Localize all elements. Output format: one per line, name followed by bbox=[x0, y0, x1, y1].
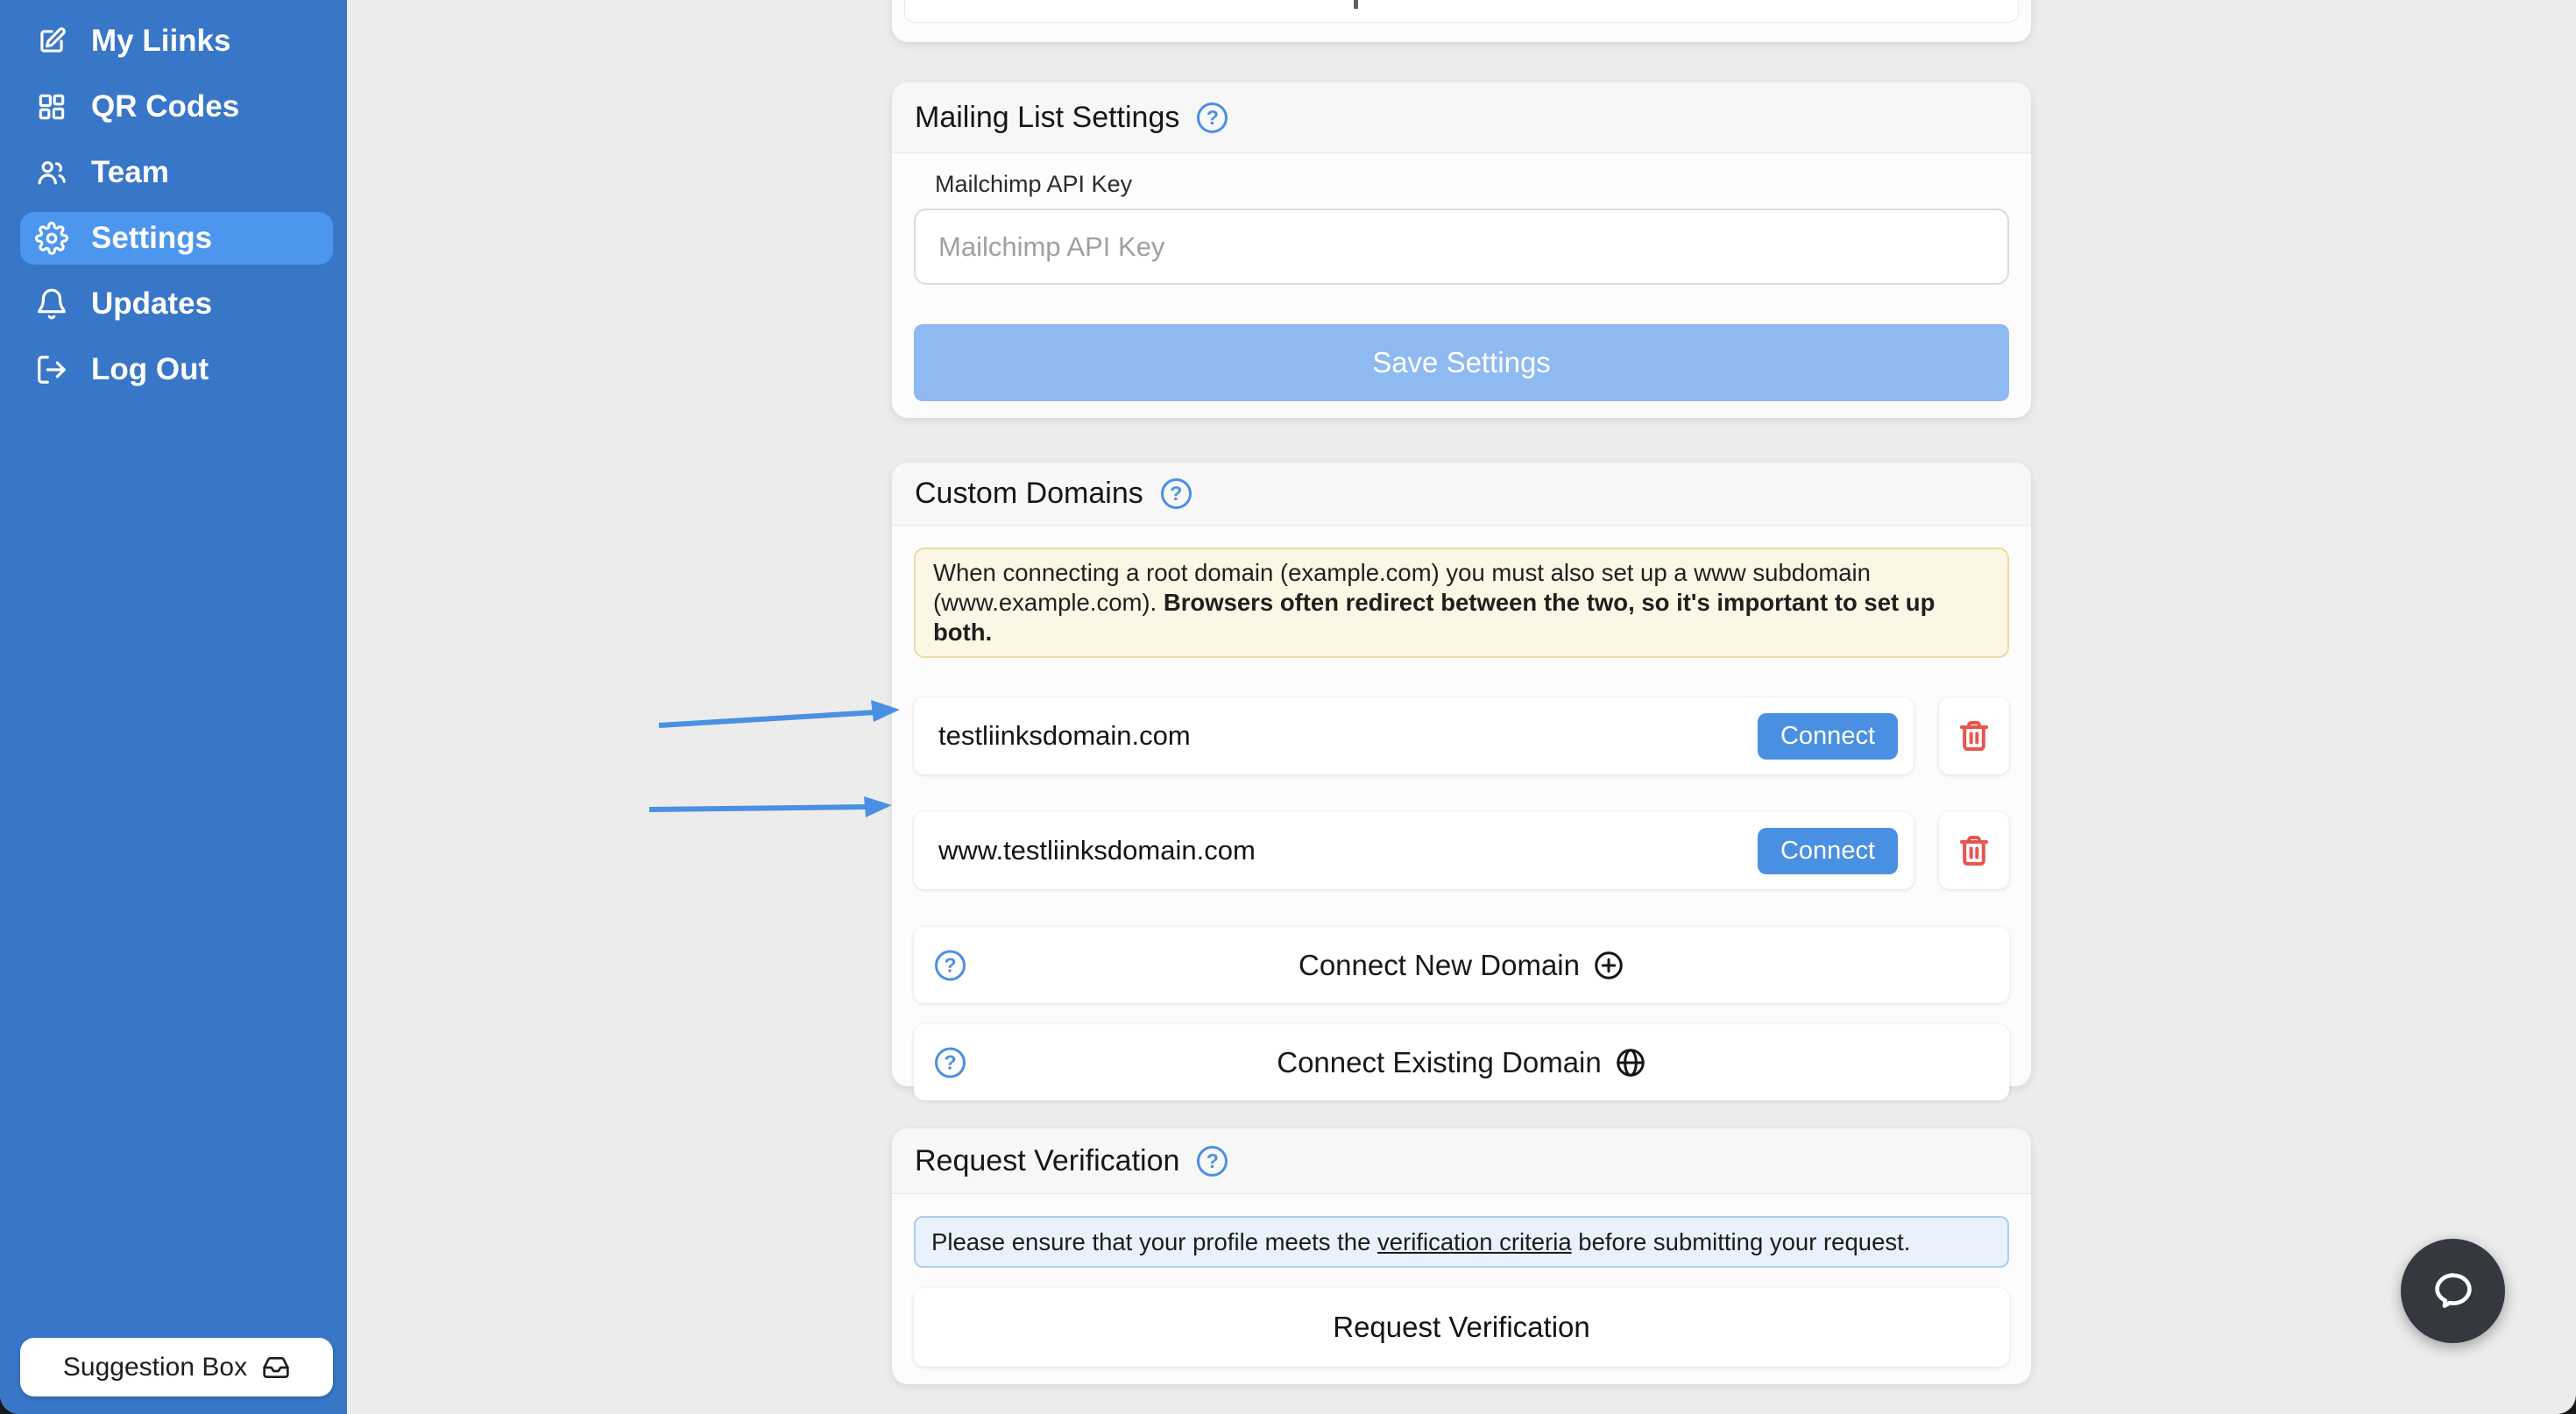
connect-new-domain-button[interactable]: ? Connect New Domain bbox=[914, 927, 2009, 1003]
mailing-list-settings-header: Mailing List Settings ? bbox=[892, 82, 2031, 153]
sidebar-item-label: QR Codes bbox=[91, 89, 239, 124]
sidebar-item-label: Settings bbox=[91, 221, 212, 256]
sidebar-item-label: Log Out bbox=[91, 352, 209, 387]
question-circle-icon[interactable]: ? bbox=[1197, 1146, 1228, 1177]
connect-domain-button[interactable]: Connect bbox=[1758, 713, 1898, 760]
cut-off-card bbox=[892, 0, 2031, 42]
qr-grid-icon bbox=[35, 90, 68, 124]
custom-domains-title: Custom Domains bbox=[915, 477, 1143, 511]
request-verification-body: Please ensure that your profile meets th… bbox=[892, 1216, 2031, 1367]
connect-existing-domain-label: Connect Existing Domain bbox=[1277, 1046, 1602, 1079]
delete-domain-button[interactable] bbox=[1939, 697, 2009, 774]
cut-off-card-inner bbox=[904, 0, 2019, 23]
gear-icon bbox=[35, 222, 68, 255]
verification-notice-suffix: before submitting your request. bbox=[1572, 1228, 1911, 1255]
logout-icon bbox=[35, 353, 68, 386]
sidebar-item-log-out[interactable]: Log Out bbox=[20, 343, 333, 396]
custom-domains-card: Custom Domains ? When connecting a root … bbox=[892, 463, 2031, 1086]
request-verification-card: Request Verification ? Please ensure tha… bbox=[892, 1128, 2031, 1384]
mailchimp-api-key-label: Mailchimp API Key bbox=[935, 171, 2031, 198]
suggestion-box-button[interactable]: Suggestion Box bbox=[20, 1338, 333, 1396]
request-verification-header: Request Verification ? bbox=[892, 1128, 2031, 1194]
connect-domain-button[interactable]: Connect bbox=[1758, 828, 1898, 874]
sidebar: My Liinks QR Codes Team Settings Updates bbox=[0, 0, 347, 1414]
team-icon bbox=[35, 156, 68, 189]
mailing-list-settings-title: Mailing List Settings bbox=[915, 101, 1179, 135]
delete-domain-button[interactable] bbox=[1939, 812, 2009, 889]
suggestion-box-label: Suggestion Box bbox=[63, 1353, 247, 1382]
mailing-list-settings-card: Mailing List Settings ? Mailchimp API Ke… bbox=[892, 82, 2031, 418]
connect-existing-domain-button[interactable]: ? Connect Existing Domain bbox=[914, 1024, 2009, 1100]
app-page: My Liinks QR Codes Team Settings Updates bbox=[0, 0, 2576, 1414]
domain-entry: www.testliinksdomain.com Connect bbox=[914, 812, 1914, 889]
custom-domains-body: When connecting a root domain (example.c… bbox=[892, 548, 2031, 1100]
sidebar-item-updates[interactable]: Updates bbox=[20, 278, 333, 330]
help-beacon-button[interactable] bbox=[2401, 1239, 2505, 1343]
domain-name: www.testliinksdomain.com bbox=[938, 835, 1758, 866]
sidebar-item-label: My Liinks bbox=[91, 24, 230, 59]
save-settings-button[interactable]: Save Settings bbox=[914, 324, 2009, 401]
sidebar-nav: My Liinks QR Codes Team Settings Updates bbox=[0, 0, 347, 396]
chat-bubble-icon bbox=[2429, 1267, 2478, 1316]
mailchimp-api-key-input[interactable] bbox=[914, 209, 2009, 285]
inbox-icon bbox=[262, 1354, 290, 1382]
verification-criteria-link[interactable]: verification criteria bbox=[1377, 1228, 1572, 1255]
question-circle-icon[interactable]: ? bbox=[935, 1047, 966, 1078]
domain-entry: testliinksdomain.com Connect bbox=[914, 697, 1914, 774]
question-circle-icon[interactable]: ? bbox=[1161, 478, 1192, 509]
question-circle-icon[interactable]: ? bbox=[1197, 103, 1228, 133]
custom-domains-header: Custom Domains ? bbox=[892, 463, 2031, 526]
domain-warning-notice: When connecting a root domain (example.c… bbox=[914, 548, 2009, 658]
request-verification-title: Request Verification bbox=[915, 1144, 1179, 1178]
sidebar-item-qr-codes[interactable]: QR Codes bbox=[20, 81, 333, 133]
bell-icon bbox=[35, 287, 68, 321]
edit-icon bbox=[35, 25, 68, 58]
globe-icon bbox=[1615, 1047, 1646, 1078]
connect-new-domain-label: Connect New Domain bbox=[1299, 949, 1580, 982]
sidebar-item-settings[interactable]: Settings bbox=[20, 212, 333, 265]
text-cursor-fragment bbox=[1354, 0, 1358, 9]
verification-notice-prefix: Please ensure that your profile meets th… bbox=[931, 1228, 1377, 1255]
domain-row: www.testliinksdomain.com Connect bbox=[914, 812, 2009, 889]
arrow-head bbox=[864, 796, 892, 817]
sidebar-item-team[interactable]: Team bbox=[20, 146, 333, 199]
request-verification-button[interactable]: Request Verification bbox=[914, 1288, 2009, 1367]
sidebar-item-my-liinks[interactable]: My Liinks bbox=[20, 15, 333, 67]
sidebar-item-label: Team bbox=[91, 155, 169, 190]
domain-name: testliinksdomain.com bbox=[938, 720, 1758, 752]
arrow-line bbox=[659, 712, 876, 725]
domain-row: testliinksdomain.com Connect bbox=[914, 697, 2009, 774]
trash-icon bbox=[1957, 833, 1992, 868]
plus-circle-icon bbox=[1593, 950, 1624, 981]
arrow-line bbox=[649, 807, 867, 810]
trash-icon bbox=[1957, 718, 1992, 753]
verification-notice: Please ensure that your profile meets th… bbox=[914, 1216, 2009, 1268]
question-circle-icon[interactable]: ? bbox=[935, 950, 966, 980]
sidebar-item-label: Updates bbox=[91, 286, 212, 322]
